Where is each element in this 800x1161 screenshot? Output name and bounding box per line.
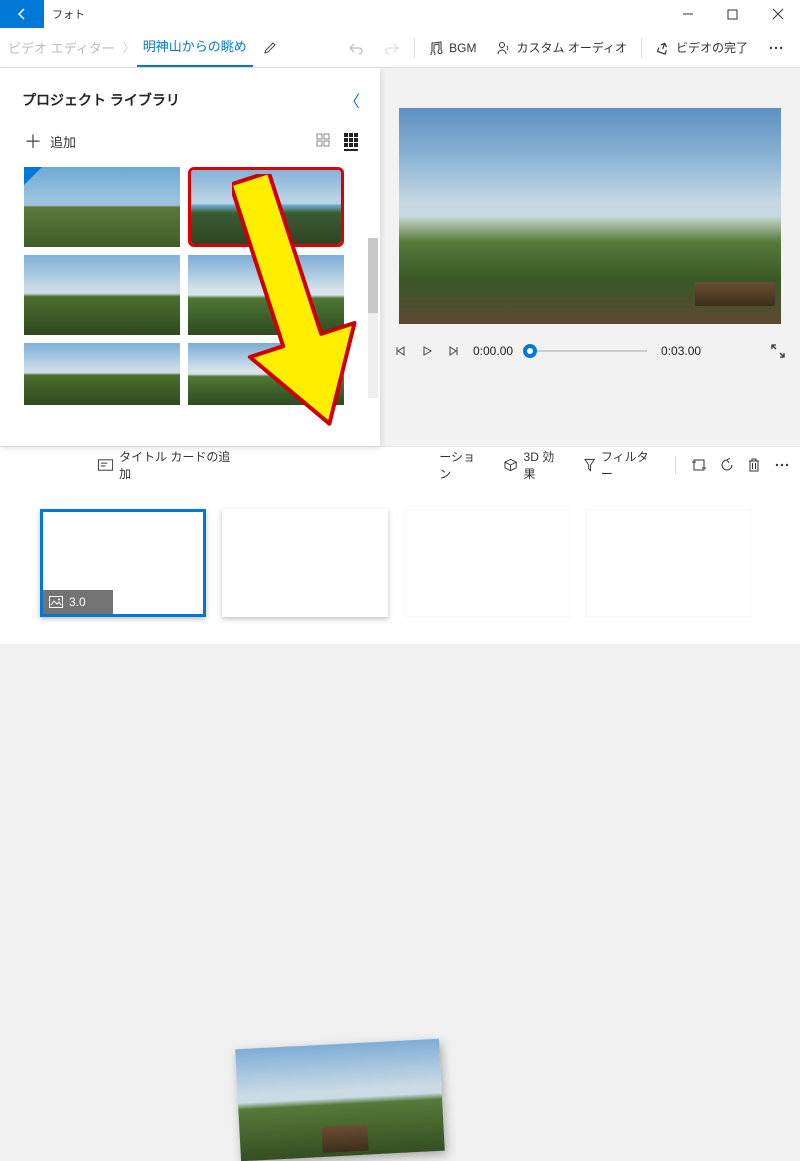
custom-audio-label: カスタム オーディオ xyxy=(516,39,627,56)
breadcrumb-project-title[interactable]: 明神山からの眺め xyxy=(137,29,253,67)
bgm-button[interactable]: BGM xyxy=(419,28,486,67)
storyboard-clip[interactable]: 3.0 xyxy=(40,509,206,617)
storyboard-empty-slot[interactable] xyxy=(404,509,570,617)
minimize-button[interactable] xyxy=(665,0,710,28)
filter-icon xyxy=(584,458,595,472)
rotate-icon xyxy=(720,458,734,472)
playback-controls: 0:00.00 0:03.00 xyxy=(395,344,785,358)
toolbar: ビデオ エディター 〉 明神山からの眺め BGM カスタム オーディオ ビデオの… xyxy=(0,28,800,68)
main-area: プロジェクト ライブラリ 〈 ＋ 追加 xyxy=(0,68,800,446)
rotate-button[interactable] xyxy=(720,458,734,472)
finish-video-button[interactable]: ビデオの完了 xyxy=(646,28,758,67)
preview-frame xyxy=(399,108,781,324)
library-thumb[interactable] xyxy=(188,255,344,335)
plus-icon: ＋ xyxy=(24,133,42,151)
playback-total-time: 0:03.00 xyxy=(661,344,701,358)
library-thumb[interactable] xyxy=(188,343,344,405)
add-label: 追加 xyxy=(50,132,76,151)
storyboard-empty-slot[interactable] xyxy=(586,509,752,617)
delete-button[interactable] xyxy=(748,458,760,472)
library-thumb[interactable] xyxy=(24,343,180,405)
add-media-button[interactable]: ＋ 追加 xyxy=(24,132,76,151)
crop-button[interactable] xyxy=(692,458,706,472)
more-button[interactable] xyxy=(758,28,794,67)
motion-button-partial[interactable]: ーション xyxy=(431,448,492,482)
library-thumb[interactable] xyxy=(188,167,344,247)
export-icon xyxy=(656,41,670,55)
play-button[interactable] xyxy=(421,345,433,357)
storyboard[interactable]: 3.0 xyxy=(0,482,800,644)
clip-duration: 3.0 xyxy=(69,595,86,609)
3d-effects-button[interactable]: 3D 効果 xyxy=(496,448,571,482)
window-controls xyxy=(665,0,800,28)
title-card-icon xyxy=(98,459,113,471)
library-panel: プロジェクト ライブラリ 〈 ＋ 追加 xyxy=(0,68,380,446)
image-icon xyxy=(49,596,63,608)
motion-label-suffix: ーション xyxy=(439,448,484,482)
clip-duration-overlay[interactable]: 3.0 xyxy=(43,590,113,614)
prev-frame-button[interactable] xyxy=(395,345,407,357)
person-audio-icon xyxy=(496,41,510,55)
app-title: フォト xyxy=(44,0,85,28)
undo-button[interactable] xyxy=(338,28,374,67)
music-icon xyxy=(429,41,443,55)
library-scrollbar[interactable] xyxy=(368,238,378,398)
scrollbar-thumb[interactable] xyxy=(368,238,378,313)
toolbar-separator xyxy=(414,38,415,58)
storyboard-more-button[interactable] xyxy=(774,458,790,472)
playback-slider-thumb[interactable] xyxy=(523,344,537,358)
storyboard-empty-slot[interactable] xyxy=(222,509,388,617)
view-large-grid-icon[interactable] xyxy=(344,133,358,151)
filter-label: フィルター xyxy=(601,448,657,482)
edit-title-icon[interactable] xyxy=(253,41,287,55)
view-small-grid-icon[interactable] xyxy=(316,133,330,151)
close-button[interactable] xyxy=(755,0,800,28)
collapse-library-icon[interactable]: 〈 xyxy=(344,88,360,112)
more-icon xyxy=(774,458,790,472)
library-grid xyxy=(0,161,380,415)
library-thumb[interactable] xyxy=(24,167,180,247)
titlebar: フォト xyxy=(0,0,800,28)
selected-corner-icon xyxy=(24,167,42,185)
trash-icon xyxy=(748,458,760,472)
library-title: プロジェクト ライブラリ xyxy=(22,90,180,110)
filter-button[interactable]: フィルター xyxy=(576,448,665,482)
playback-current-time: 0:00.00 xyxy=(473,344,513,358)
add-title-card-label: タイトル カードの追加 xyxy=(119,448,235,482)
fullscreen-button[interactable] xyxy=(771,344,785,358)
cube-icon xyxy=(504,458,517,472)
back-button[interactable] xyxy=(0,0,44,28)
redo-button[interactable] xyxy=(374,28,410,67)
3d-effects-label: 3D 効果 xyxy=(524,448,564,482)
finish-video-label: ビデオの完了 xyxy=(676,39,748,56)
drag-preview-annotation xyxy=(235,1039,445,1161)
crop-icon xyxy=(692,458,706,472)
custom-audio-button[interactable]: カスタム オーディオ xyxy=(486,28,637,67)
breadcrumb-separator-icon: 〉 xyxy=(121,39,137,56)
storyboard-toolbar: タイトル カードの追加 ーション 3D 効果 フィルター xyxy=(0,446,800,482)
add-title-card-button[interactable]: タイトル カードの追加 xyxy=(90,448,243,482)
toolbar-separator xyxy=(641,38,642,58)
playback-slider[interactable] xyxy=(527,350,647,352)
breadcrumb-video-editor[interactable]: ビデオ エディター xyxy=(0,38,121,57)
storyboard-separator xyxy=(675,456,676,474)
maximize-button[interactable] xyxy=(710,0,755,28)
library-thumb[interactable] xyxy=(24,255,180,335)
bgm-label: BGM xyxy=(449,41,476,55)
more-icon xyxy=(768,40,784,56)
preview-panel: 0:00.00 0:03.00 xyxy=(380,68,800,446)
next-frame-button[interactable] xyxy=(447,345,459,357)
